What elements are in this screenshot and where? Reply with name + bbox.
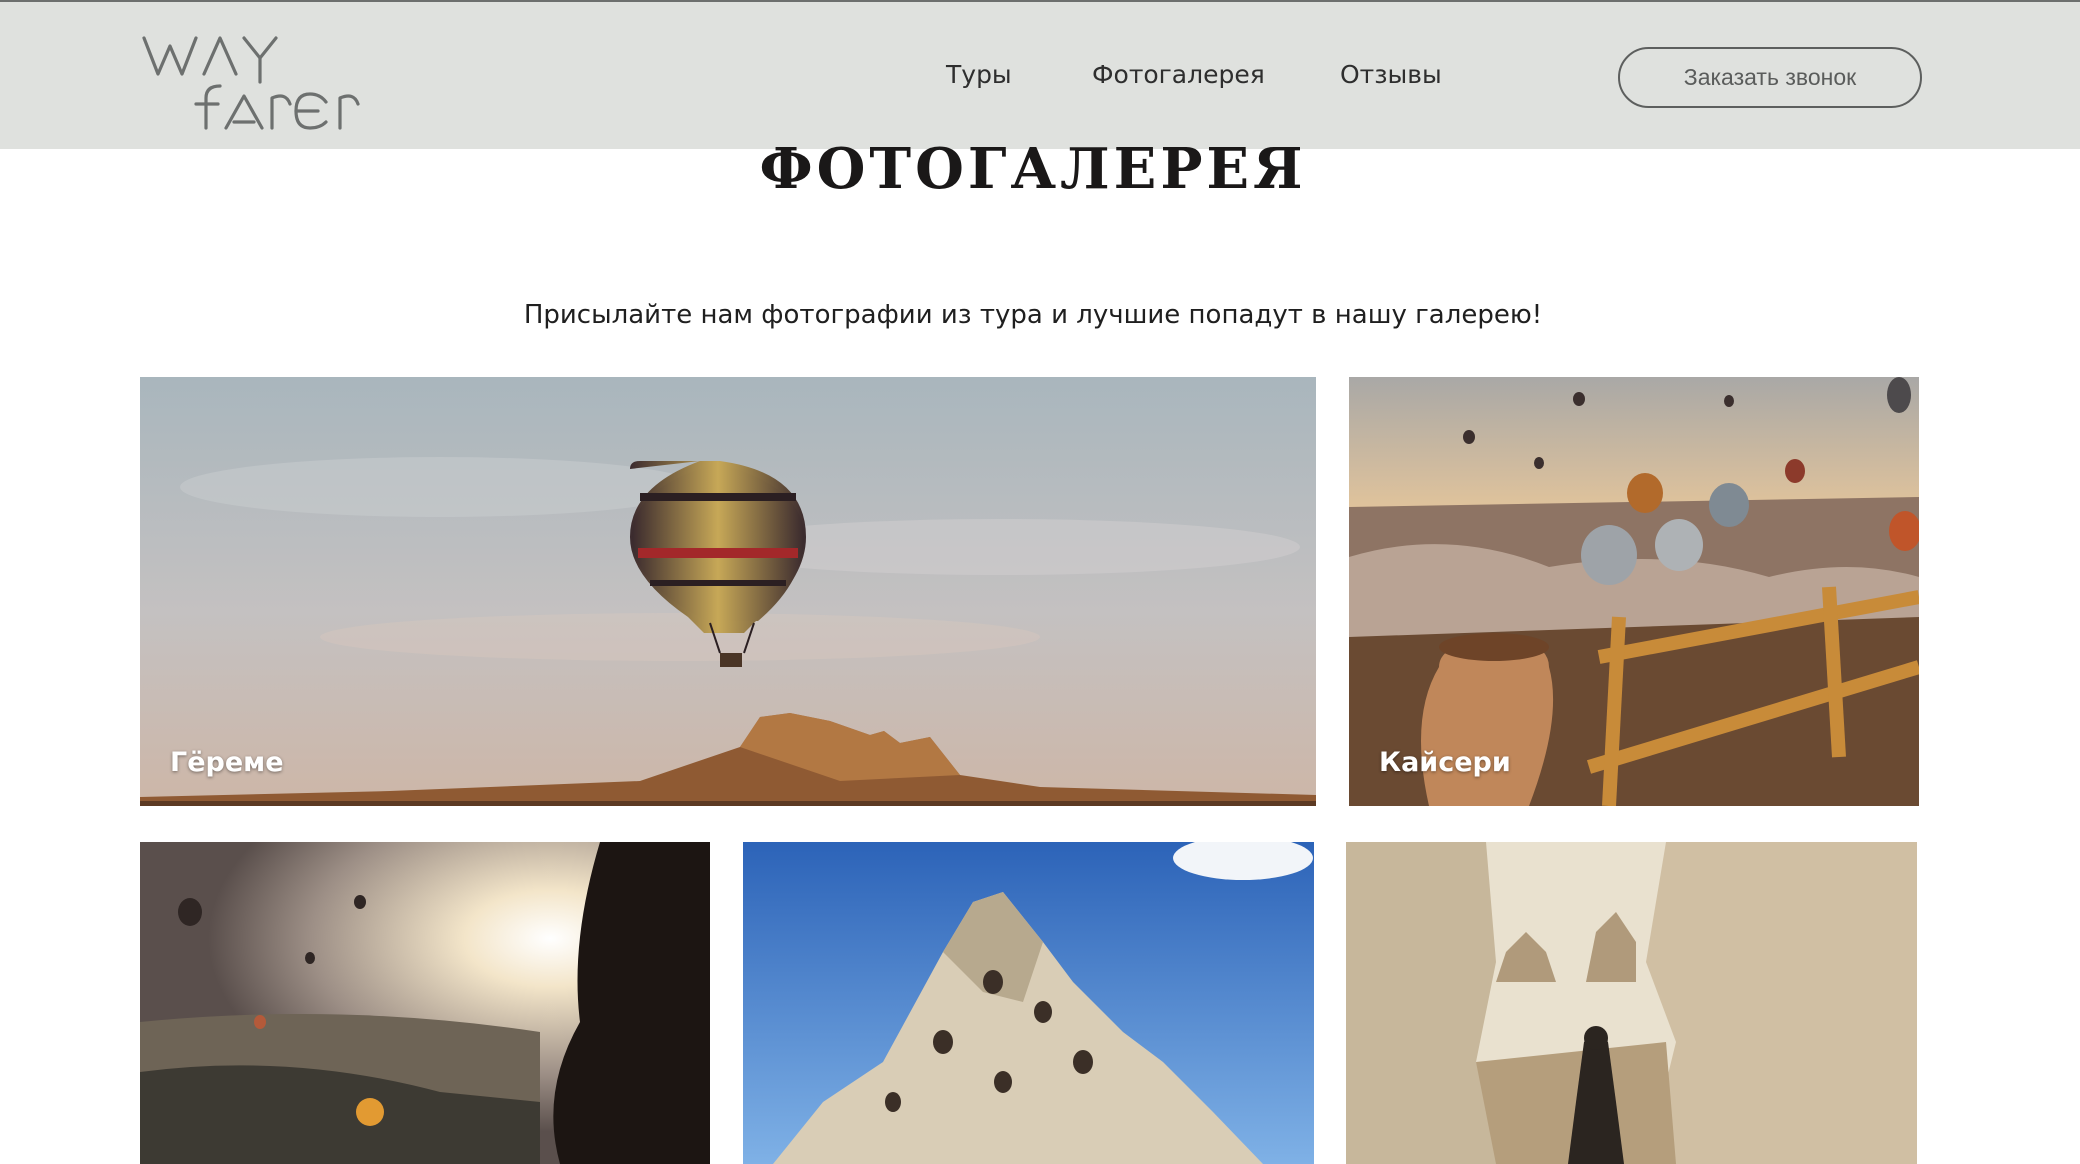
- gallery-tile-canyon[interactable]: [1346, 842, 1917, 1164]
- gallery-tile-sunrise[interactable]: [140, 842, 710, 1164]
- goreme-photo: [140, 377, 1316, 806]
- nav-gallery[interactable]: Фотогалерея: [1092, 60, 1265, 89]
- site-header: Туры Фотогалерея Отзывы Заказать звонок: [0, 0, 2080, 149]
- tile-label: Гёреме: [170, 747, 284, 778]
- nav-reviews[interactable]: Отзывы: [1340, 60, 1442, 89]
- wayfarer-logo[interactable]: [140, 24, 382, 132]
- kayseri-photo: [1349, 377, 1919, 806]
- gallery-tile-goreme[interactable]: Гёреме: [140, 377, 1316, 806]
- gallery-tile-cave-rock[interactable]: [743, 842, 1314, 1164]
- nav-tours[interactable]: Туры: [946, 60, 1012, 89]
- cave-rock-photo: [743, 842, 1314, 1164]
- sunrise-photo: [140, 842, 710, 1164]
- page-title: ФОТОГАЛЕРЕЯ: [759, 136, 1307, 202]
- canyon-photo: [1346, 842, 1917, 1164]
- gallery-tile-kayseri[interactable]: Кайсери: [1349, 377, 1919, 806]
- order-call-button[interactable]: Заказать звонок: [1618, 47, 1922, 108]
- tile-label: Кайсери: [1379, 747, 1511, 778]
- page-subtitle: Присылайте нам фотографии из тура и лучш…: [523, 300, 1543, 330]
